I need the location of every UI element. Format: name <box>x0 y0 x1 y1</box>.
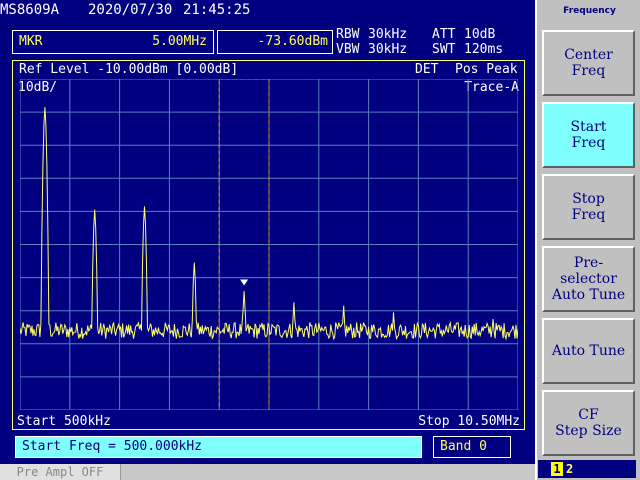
marker-level-readout: -73.60dBm <box>217 30 333 54</box>
softkey-cf-step-size[interactable]: CF Step Size <box>542 390 635 456</box>
marker-label: MKR <box>19 34 43 49</box>
stop-frequency-label: Stop 10.50MHz <box>418 414 520 429</box>
spectrum-plot <box>20 79 518 410</box>
detector-label: DET <box>415 62 439 77</box>
vbw-label: VBW <box>336 42 360 57</box>
att-value: 10dB <box>464 27 496 42</box>
detector-value: Pos Peak <box>455 62 518 77</box>
marker-triangle <box>240 279 249 286</box>
band-indicator: Band 0 <box>433 436 511 458</box>
softkey-page-indicator: 1 2 <box>538 460 636 478</box>
page-other[interactable]: 2 <box>566 462 573 476</box>
marker-level: -73.60dBm <box>257 34 328 49</box>
swt-value: 120ms <box>464 42 504 57</box>
model-label: MS8609A <box>0 2 60 18</box>
entry-field-text: Start Freq = 500.000kHz <box>22 439 203 454</box>
softkey-start-freq[interactable]: Start Freq <box>542 102 635 168</box>
entry-field[interactable]: Start Freq = 500.000kHz <box>15 436 422 458</box>
menu-title: Frequency <box>563 6 616 16</box>
softkey-auto-tune[interactable]: Auto Tune <box>542 318 635 384</box>
date-label: 2020/07/30 <box>88 2 173 18</box>
preamp-status: Pre Ampl OFF <box>0 464 121 480</box>
softkey-stop-freq[interactable]: Stop Freq <box>542 174 635 240</box>
ref-level-label: Ref Level -10.00dBm [0.00dB] <box>19 62 239 77</box>
page-current[interactable]: 1 <box>551 462 563 476</box>
vbw-value: 30kHz <box>368 42 408 57</box>
start-frequency-label: Start 500kHz <box>17 414 111 429</box>
softkey-panel: Frequency Center Freq Start Freq Stop Fr… <box>535 0 640 480</box>
time-label: 21:45:25 <box>183 2 251 18</box>
rbw-value: 30kHz <box>368 27 408 42</box>
band-text: Band 0 <box>440 439 487 454</box>
softkey-center-freq[interactable]: Center Freq <box>542 30 635 96</box>
header-bar: MS8609A 2020/07/30 21:45:25 <box>0 0 535 24</box>
swt-label: SWT <box>432 42 456 57</box>
softkey-preselector-auto-tune[interactable]: Pre- selector Auto Tune <box>542 246 635 312</box>
spectrum-display[interactable]: Ref Level -10.00dBm [0.00dB] DET Pos Pea… <box>12 60 525 430</box>
rbw-label: RBW <box>336 27 360 42</box>
marker-frequency: 5.00MHz <box>152 34 207 49</box>
marker-readout: MKR 5.00MHz <box>12 30 214 54</box>
att-label: ATT <box>432 27 456 42</box>
